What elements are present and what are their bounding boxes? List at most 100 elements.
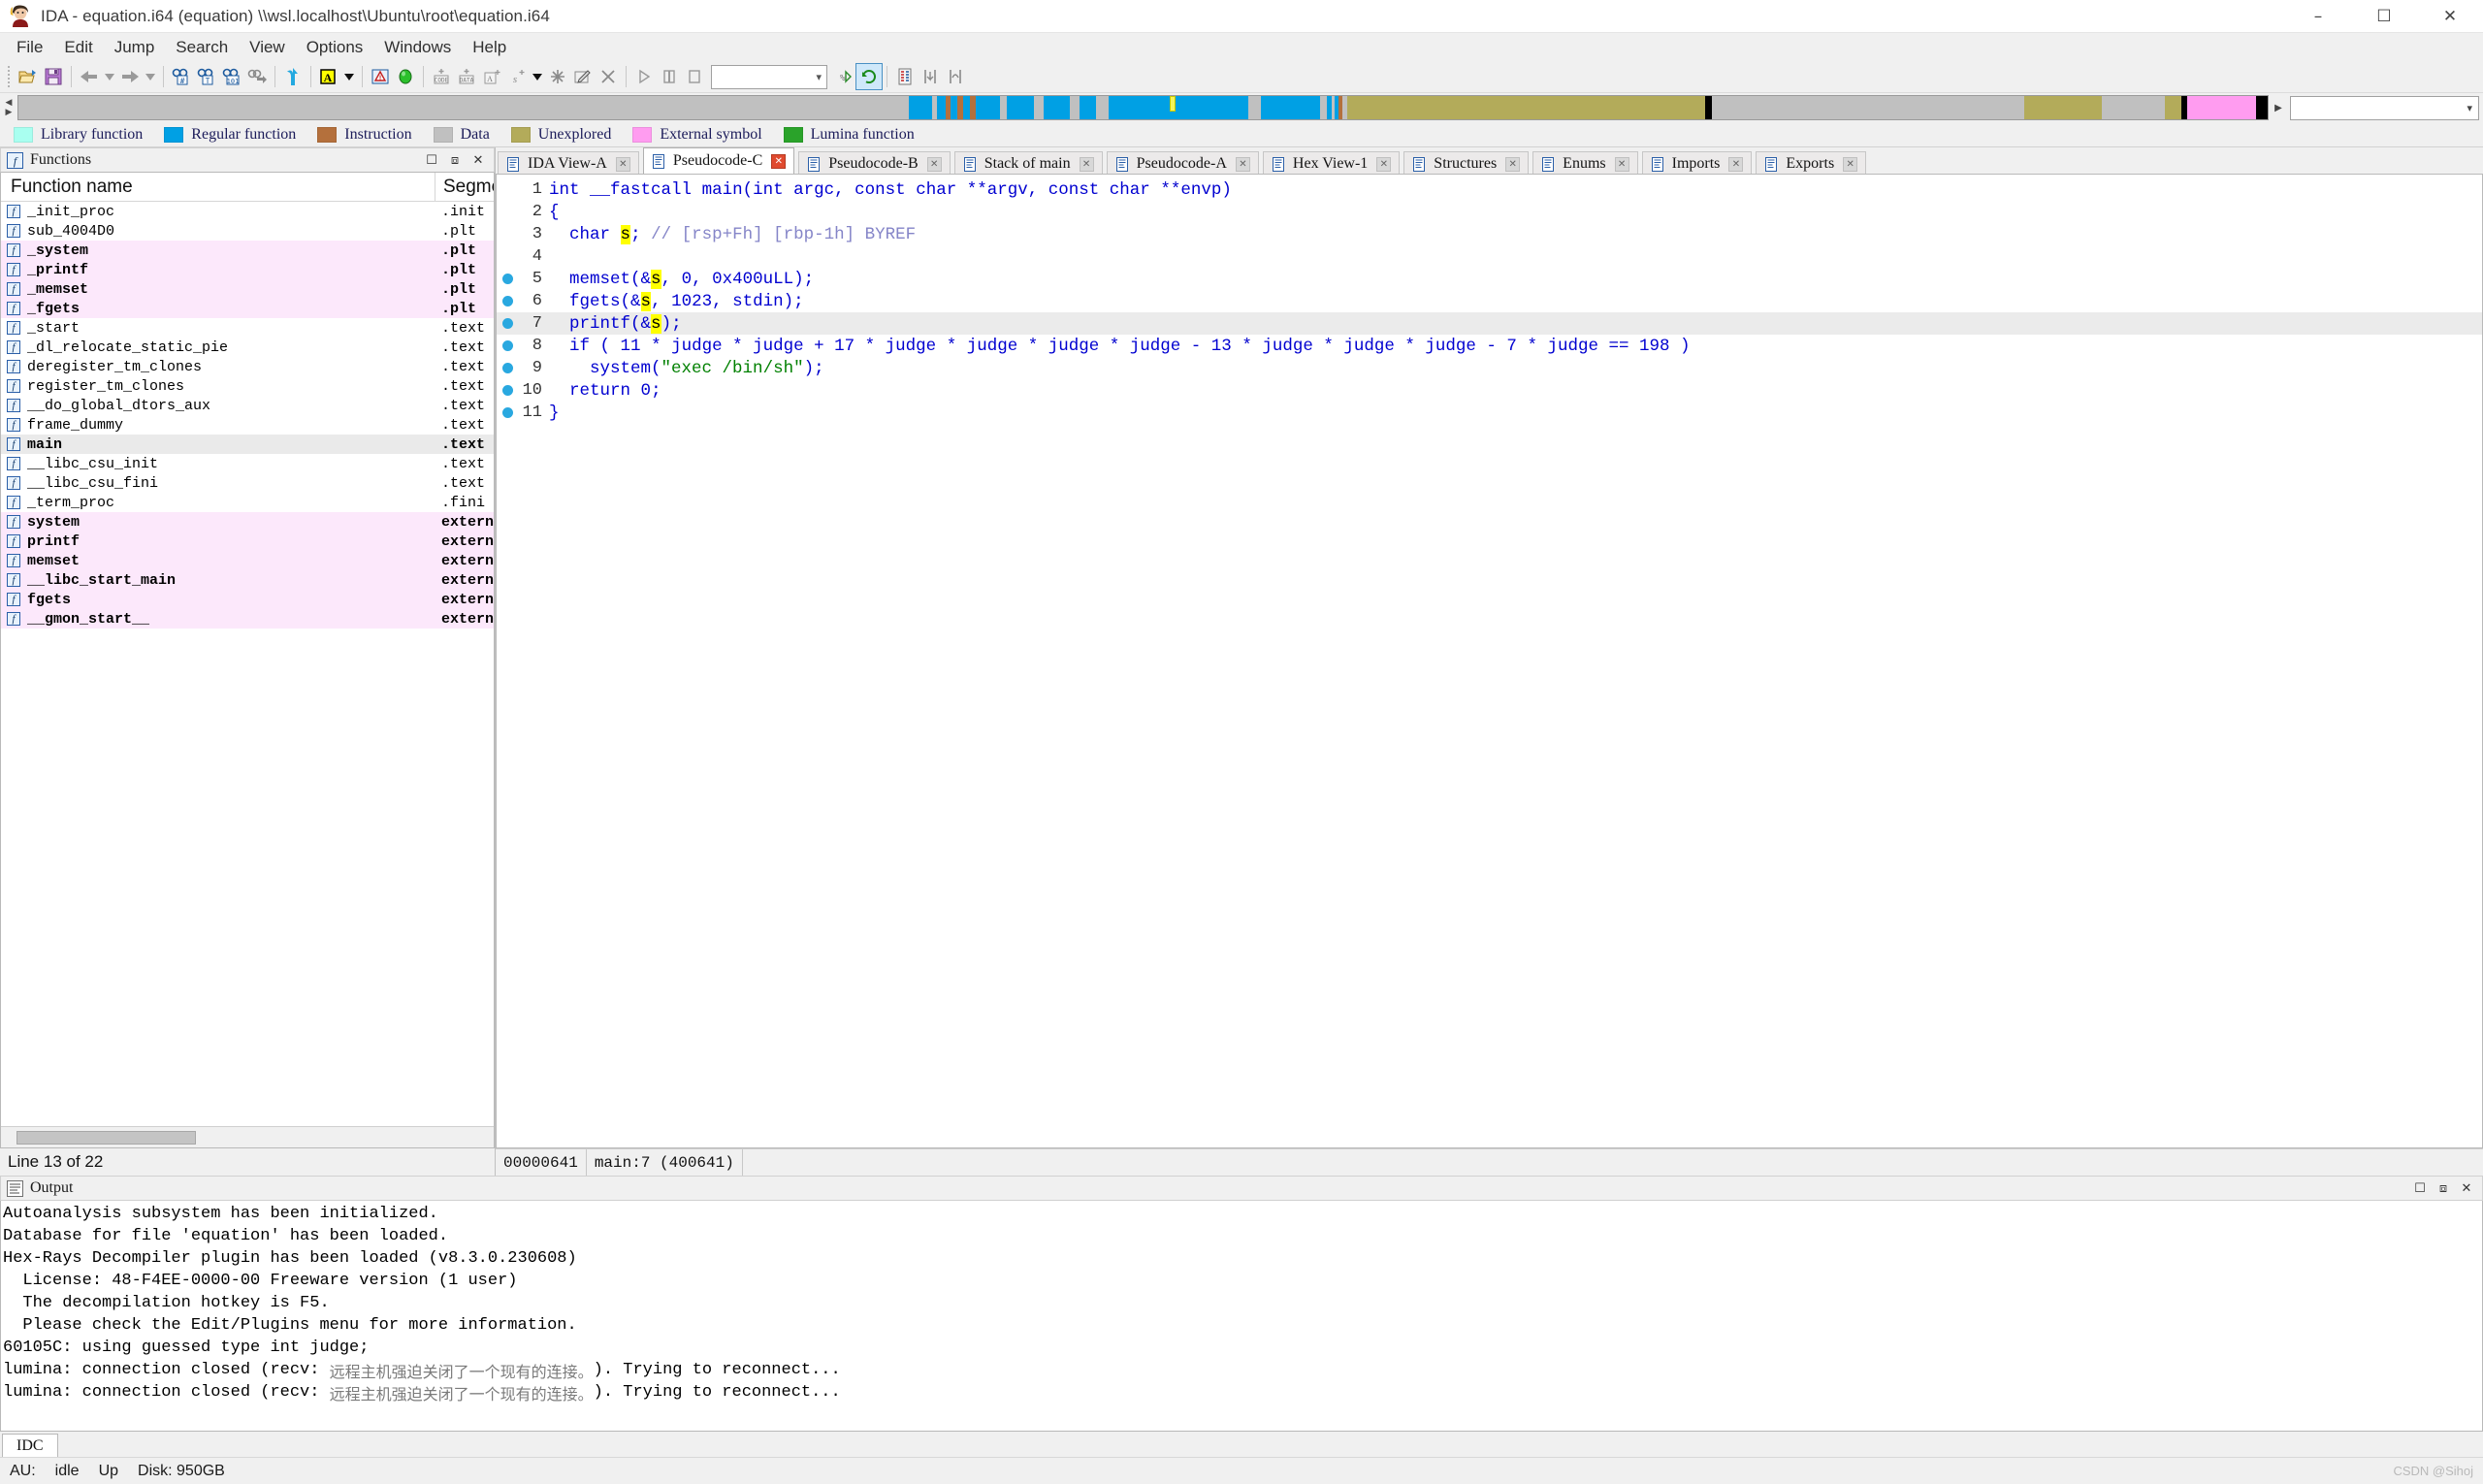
table-row[interactable]: __libc_start_mainextern — [1, 570, 494, 590]
forward-dropdown-icon[interactable] — [143, 64, 158, 89]
breakpoint-dot-icon[interactable] — [497, 296, 518, 306]
pseudocode-editor[interactable]: 1int __fastcall main(int argc, const cha… — [496, 174, 2483, 1148]
navband-segment-data[interactable] — [1034, 96, 1043, 119]
pseudocode-lines[interactable]: 1int __fastcall main(int argc, const cha… — [497, 175, 2482, 1147]
restore-icon[interactable]: ☐ — [424, 152, 439, 168]
navband-segment-data[interactable] — [1712, 96, 2024, 119]
step-into-icon[interactable] — [918, 64, 943, 89]
table-row[interactable]: deregister_tm_clones.text — [1, 357, 494, 376]
warning-icon[interactable]: ! — [368, 64, 393, 89]
breakpoint-dot-icon[interactable] — [497, 274, 518, 284]
run-icon[interactable] — [631, 64, 657, 89]
tab-pseudocode-a[interactable]: Pseudocode-A✕ — [1107, 151, 1259, 176]
table-row[interactable]: __libc_csu_fini.text — [1, 473, 494, 493]
menu-file[interactable]: File — [6, 35, 53, 60]
tab-hex-view-1[interactable]: Hex View-1✕ — [1263, 151, 1400, 176]
navband-right-arrow[interactable]: ▶ — [6, 108, 13, 117]
scrollbar-thumb[interactable] — [16, 1131, 196, 1145]
tab-close-icon[interactable]: ✕ — [1236, 157, 1250, 172]
navband-segment-regular[interactable] — [1080, 96, 1096, 119]
code-line[interactable]: 10 return 0; — [497, 379, 2482, 402]
navband-segment-data[interactable] — [1000, 96, 1007, 119]
restore-icon[interactable]: ☐ — [2412, 1180, 2428, 1196]
navband-segment-regular[interactable] — [909, 96, 931, 119]
search-hash-icon[interactable]: # — [169, 64, 194, 89]
rename-dropdown-icon[interactable] — [341, 64, 357, 89]
code-line[interactable]: 5 memset(&s, 0, 0x400uLL); — [497, 268, 2482, 290]
navband-segment-unexplored[interactable] — [2165, 96, 2181, 119]
make-struct-icon[interactable] — [545, 64, 570, 89]
navband-segment-regular[interactable] — [1007, 96, 1034, 119]
table-row[interactable]: _fgets.plt — [1, 299, 494, 318]
navband-arrows[interactable]: ◀ ▶ — [0, 94, 17, 121]
close-icon[interactable]: ✕ — [470, 152, 486, 168]
navband-segment-data[interactable] — [2102, 96, 2165, 119]
navband-scroll-right[interactable]: ▶ — [2271, 103, 2286, 113]
back-arrow-icon[interactable] — [77, 64, 102, 89]
make-array-icon[interactable]: A — [479, 64, 504, 89]
navband-segment-data[interactable] — [1070, 96, 1079, 119]
code-line[interactable]: 3 char s; // [rsp+Fh] [rbp-1h] BYREF — [497, 223, 2482, 245]
tab-structures[interactable]: Structures✕ — [1403, 151, 1529, 176]
table-row[interactable]: _memset.plt — [1, 279, 494, 299]
code-line[interactable]: 7 printf(&s); — [497, 312, 2482, 335]
table-row[interactable]: sub_4004D0.plt — [1, 221, 494, 241]
debugger-options-icon[interactable]: % — [831, 64, 856, 89]
navband-segment-regular[interactable] — [976, 96, 1001, 119]
navband-segment-data[interactable] — [1320, 96, 1327, 119]
tab-close-icon[interactable]: ✕ — [616, 157, 630, 172]
table-row[interactable]: __gmon_start__extern — [1, 609, 494, 629]
tab-enums[interactable]: Enums✕ — [1532, 151, 1637, 176]
table-row[interactable]: __do_global_dtors_aux.text — [1, 396, 494, 415]
tab-close-icon[interactable]: ✕ — [1615, 157, 1629, 172]
navband-segment-regular[interactable] — [1044, 96, 1071, 119]
jump-icon[interactable] — [244, 64, 270, 89]
stop-icon[interactable] — [682, 64, 707, 89]
menu-jump[interactable]: Jump — [104, 35, 166, 60]
menu-windows[interactable]: Windows — [373, 35, 462, 60]
table-row[interactable]: _start.text — [1, 318, 494, 338]
up-arrow-icon[interactable] — [280, 64, 306, 89]
functions-horizontal-scrollbar[interactable] — [1, 1126, 494, 1147]
maximize-button[interactable]: ☐ — [2351, 0, 2417, 33]
table-row[interactable]: printfextern — [1, 532, 494, 551]
table-row[interactable]: _init_proc.init — [1, 202, 494, 221]
green-circle-icon[interactable] — [393, 64, 418, 89]
code-line[interactable]: 1int __fastcall main(int argc, const cha… — [497, 178, 2482, 201]
tab-close-icon[interactable]: ✕ — [1080, 157, 1094, 172]
close-icon[interactable]: ✕ — [2459, 1180, 2474, 1196]
menu-help[interactable]: Help — [462, 35, 517, 60]
navband-segment-regular[interactable] — [1261, 96, 1319, 119]
search-bytes-icon[interactable]: 101 — [219, 64, 244, 89]
tab-pseudocode-b[interactable]: Pseudocode-B✕ — [798, 151, 950, 176]
functions-rows-container[interactable]: _init_proc.initsub_4004D0.plt_system.plt… — [1, 202, 494, 1126]
search-text-icon[interactable]: T — [194, 64, 219, 89]
tab-close-icon[interactable]: ✕ — [771, 154, 786, 169]
tab-exports[interactable]: Exports✕ — [1756, 151, 1866, 176]
table-row[interactable]: main.text — [1, 435, 494, 454]
table-row[interactable]: __libc_csu_init.text — [1, 454, 494, 473]
tab-close-icon[interactable]: ✕ — [927, 157, 942, 172]
debugger-combo[interactable]: ▾ — [711, 65, 827, 89]
make-string-icon[interactable]: s — [504, 64, 530, 89]
menu-edit[interactable]: Edit — [53, 35, 103, 60]
maximize-icon[interactable]: ⧈ — [2435, 1180, 2451, 1196]
tab-close-icon[interactable]: ✕ — [1505, 157, 1520, 172]
make-string-dropdown-icon[interactable] — [530, 64, 545, 89]
code-line[interactable]: 8 if ( 11 * judge * judge + 17 * judge *… — [497, 335, 2482, 357]
table-row[interactable]: fgetsextern — [1, 590, 494, 609]
tab-imports[interactable]: Imports✕ — [1642, 151, 1753, 176]
open-file-icon[interactable] — [16, 64, 41, 89]
hex-view-icon[interactable] — [892, 64, 918, 89]
navband-segment-regular[interactable] — [1109, 96, 1248, 119]
menu-options[interactable]: Options — [296, 35, 374, 60]
save-file-icon[interactable] — [41, 64, 66, 89]
tab-close-icon[interactable]: ✕ — [1728, 157, 1743, 172]
navband-segment-unexplored[interactable] — [2024, 96, 2102, 119]
step-over-icon[interactable] — [943, 64, 968, 89]
navband-segment-data[interactable] — [1248, 96, 1262, 119]
navband-segment-regular[interactable] — [937, 96, 946, 119]
pause-icon[interactable] — [657, 64, 682, 89]
start-process-icon[interactable] — [856, 64, 882, 89]
tab-close-icon[interactable]: ✕ — [1843, 157, 1857, 172]
